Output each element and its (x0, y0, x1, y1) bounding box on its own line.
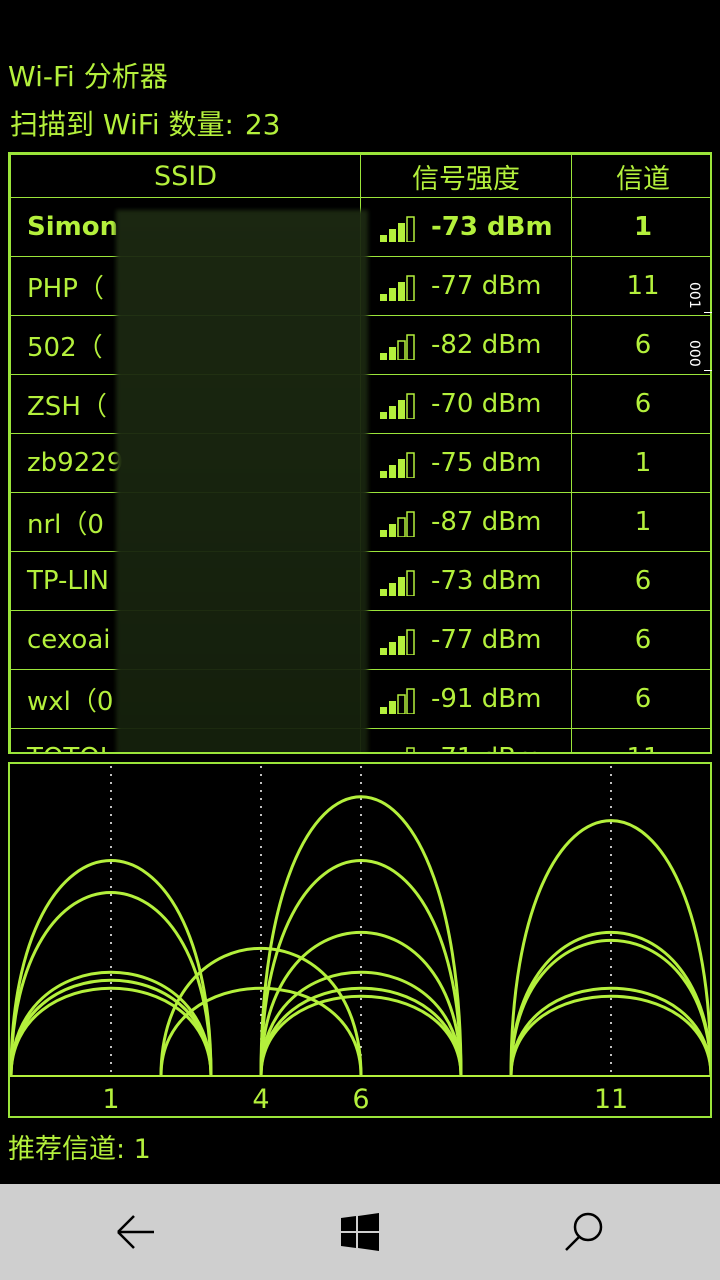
system-navbar (0, 1184, 720, 1280)
channel-cell: 11 (571, 728, 710, 752)
signal-value: -73 dBm (431, 212, 553, 242)
signal-bars-icon (380, 687, 415, 714)
signal-value: -82 dBm (431, 330, 542, 360)
channel-cell: 1 (571, 433, 710, 493)
signal-value: -71 dBm (431, 743, 541, 752)
channel-graph-svg: 1 4 6 11 (9, 766, 713, 1115)
signal-cell: -70 dBm (360, 374, 572, 434)
signal-value: -91 dBm (431, 684, 542, 714)
signal-value: -70 dBm (431, 389, 542, 419)
signal-cell: -73 dBm (360, 197, 572, 257)
signal-cell: -71 dBm (360, 728, 572, 752)
signal-cell: -91 dBm (360, 669, 572, 729)
wifi-count-value: 23 (244, 108, 281, 141)
channel-cell: 6 (571, 610, 710, 670)
back-button[interactable] (106, 1202, 166, 1262)
signal-bars-icon (380, 628, 415, 655)
channel-cell: 6 (571, 374, 710, 434)
signal-cell: -87 dBm (360, 492, 572, 552)
channel-cell: 6 (571, 669, 710, 729)
signal-cell: -82 dBm (360, 315, 572, 375)
signal-bars-icon (380, 333, 415, 360)
signal-value: -75 dBm (431, 448, 542, 478)
signal-bars-icon (406, 746, 415, 752)
recommended-channel: 推荐信道: 1 (8, 1134, 151, 1165)
search-button[interactable] (554, 1202, 614, 1262)
signal-cell: -73 dBm (360, 551, 572, 611)
signal-bars-icon (380, 274, 415, 301)
channel-axis-label: 6 (352, 1084, 369, 1115)
channel-cell: 6 (571, 551, 710, 611)
signal-cell: -77 dBm (360, 610, 572, 670)
ssid-header[interactable]: SSID (10, 154, 361, 198)
signal-cell: -77 dBm (360, 256, 572, 316)
channel-axis-label: 1 (102, 1084, 119, 1115)
app-title: Wi-Fi 分析器 (8, 60, 168, 93)
table-header-row: SSID 信号强度 信道 (10, 154, 710, 198)
signal-bars-icon (380, 569, 415, 596)
redacted-region (116, 210, 368, 752)
signal-value: -77 dBm (431, 625, 542, 655)
signal-bars-icon (380, 215, 415, 242)
wifi-count-label: 扫描到 WiFi 数量: (10, 108, 234, 141)
side-label: 000 (686, 340, 702, 367)
channel-axis-label: 11 (594, 1084, 628, 1115)
channel-cell: 1 (571, 197, 710, 257)
channel-cell: 1 (571, 492, 710, 552)
side-label: 001 (686, 282, 702, 309)
signal-bars-icon (380, 510, 415, 537)
signal-value: -77 dBm (431, 271, 542, 301)
side-marker-line (704, 312, 712, 313)
network-arc (509, 994, 713, 1077)
channel-graph: 1 4 6 11 (8, 762, 713, 1118)
channel-axis-label: 4 (252, 1084, 269, 1115)
channel-header[interactable]: 信道 (571, 154, 710, 198)
signal-value: -87 dBm (431, 507, 542, 537)
search-icon (565, 1212, 603, 1251)
back-arrow-icon (117, 1215, 154, 1249)
wifi-count: 扫描到 WiFi 数量: 23 (8, 104, 280, 146)
signal-header[interactable]: 信号强度 (360, 154, 572, 198)
signal-cell: -75 dBm (360, 433, 572, 493)
signal-bars-icon (380, 392, 415, 419)
signal-bars-icon (380, 451, 415, 478)
network-arc (509, 819, 713, 1077)
side-marker-line (704, 370, 712, 371)
wifi-table[interactable]: SSID 信号强度 信道 Simon -73 dBm 1 PHP（ -77 dBm 11 5… (8, 152, 712, 754)
signal-value: -73 dBm (431, 566, 542, 596)
windows-logo-icon (341, 1213, 379, 1251)
home-button[interactable] (330, 1202, 390, 1262)
